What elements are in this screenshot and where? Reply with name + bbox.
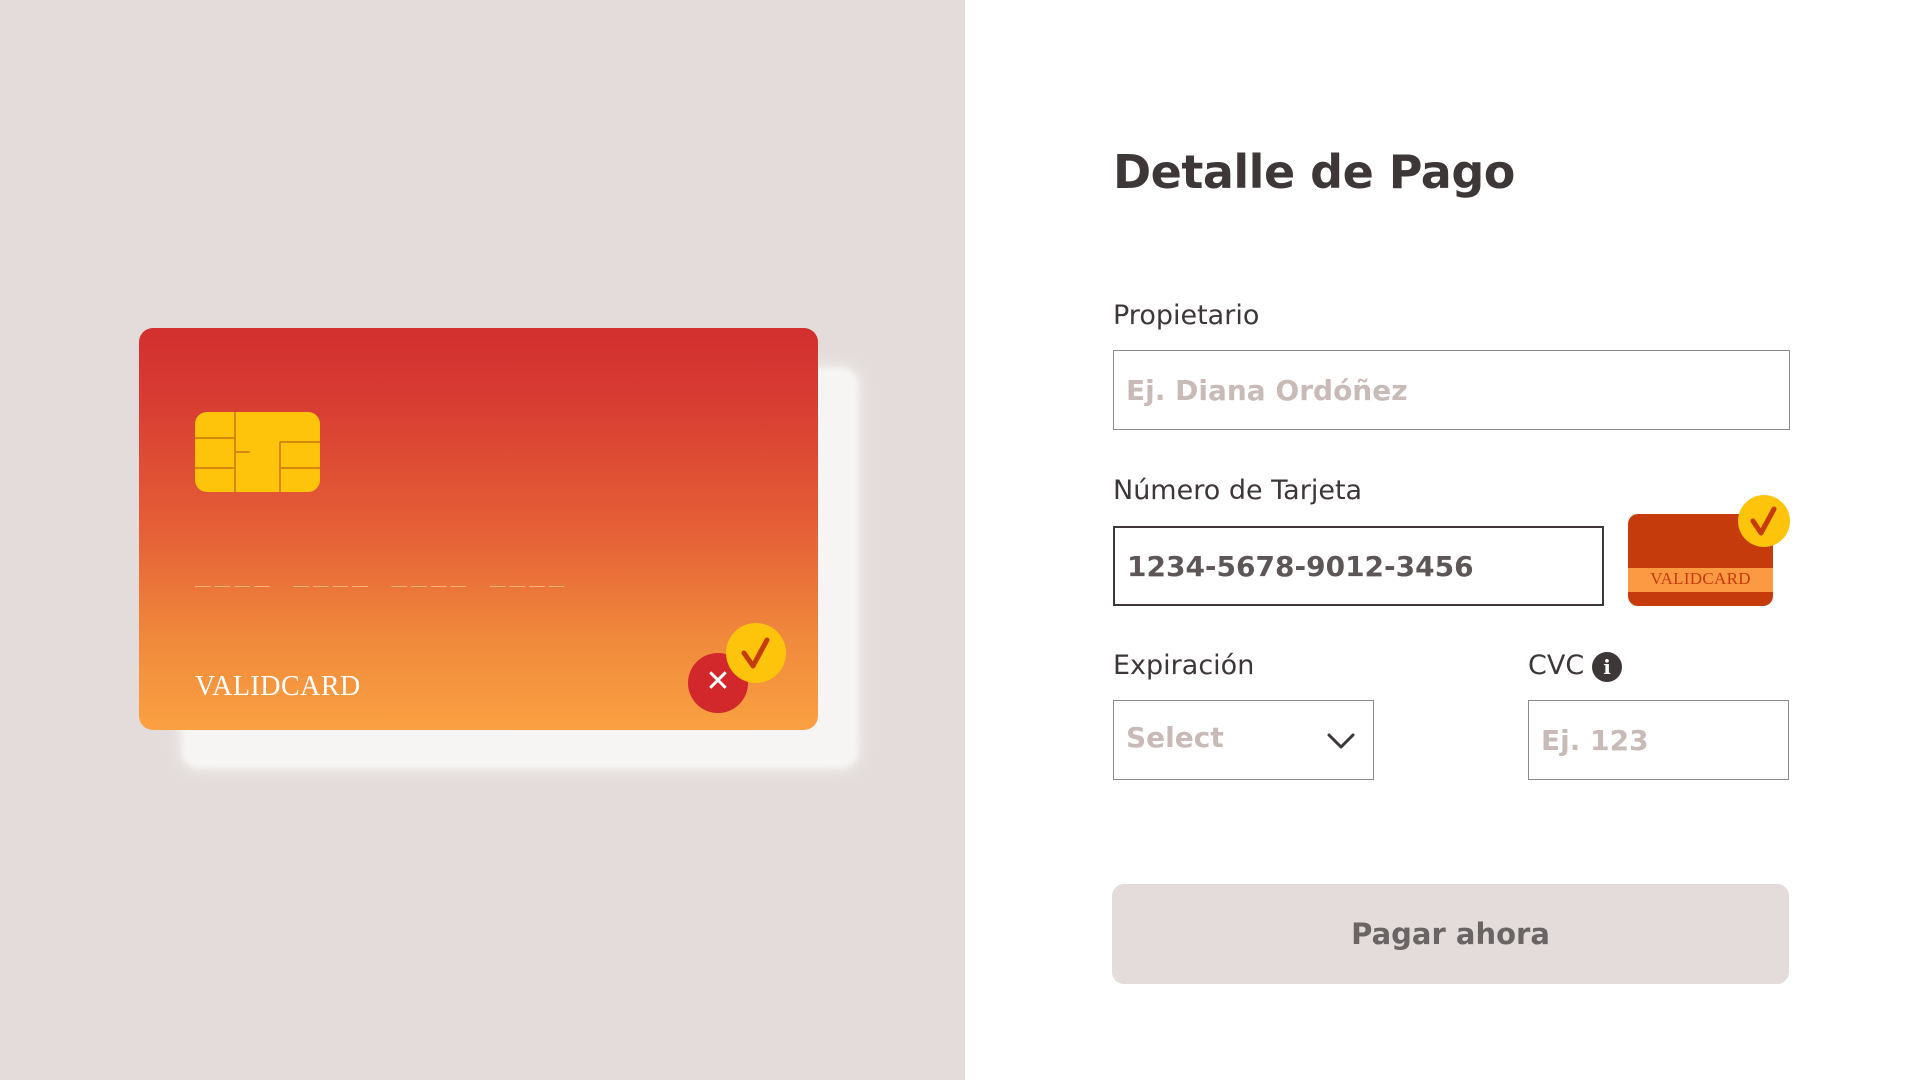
cvc-input[interactable] (1528, 700, 1789, 780)
pay-now-button[interactable]: Pagar ahora (1112, 884, 1789, 984)
owner-input[interactable] (1113, 350, 1790, 430)
check-icon (726, 623, 786, 683)
card-brand-badge-label: VALIDCARD (1650, 569, 1751, 588)
expiration-label: Expiración (1113, 650, 1255, 681)
card-preview-panel: ____ ____ ____ ____ VALIDCARD ✕ (0, 0, 965, 1080)
expiration-select-value: Select (1126, 721, 1224, 754)
validation-status: ✕ (688, 623, 798, 723)
card-number-mask: ____ ____ ____ ____ (195, 558, 569, 588)
credit-card-preview: ____ ____ ____ ____ VALIDCARD ✕ (139, 328, 818, 730)
page-title: Detalle de Pago (1113, 145, 1515, 199)
card-number-input[interactable] (1113, 526, 1604, 606)
check-icon (1738, 495, 1790, 547)
chevron-down-icon (1327, 733, 1355, 749)
expiration-select[interactable]: Select (1113, 700, 1374, 780)
cvc-label: CVC (1528, 650, 1585, 681)
owner-label: Propietario (1113, 300, 1260, 331)
info-icon[interactable]: i (1592, 652, 1622, 682)
card-brand-logo: VALIDCARD (195, 671, 361, 702)
card-number-label: Número de Tarjeta (1113, 475, 1363, 506)
chip-icon (195, 412, 320, 492)
